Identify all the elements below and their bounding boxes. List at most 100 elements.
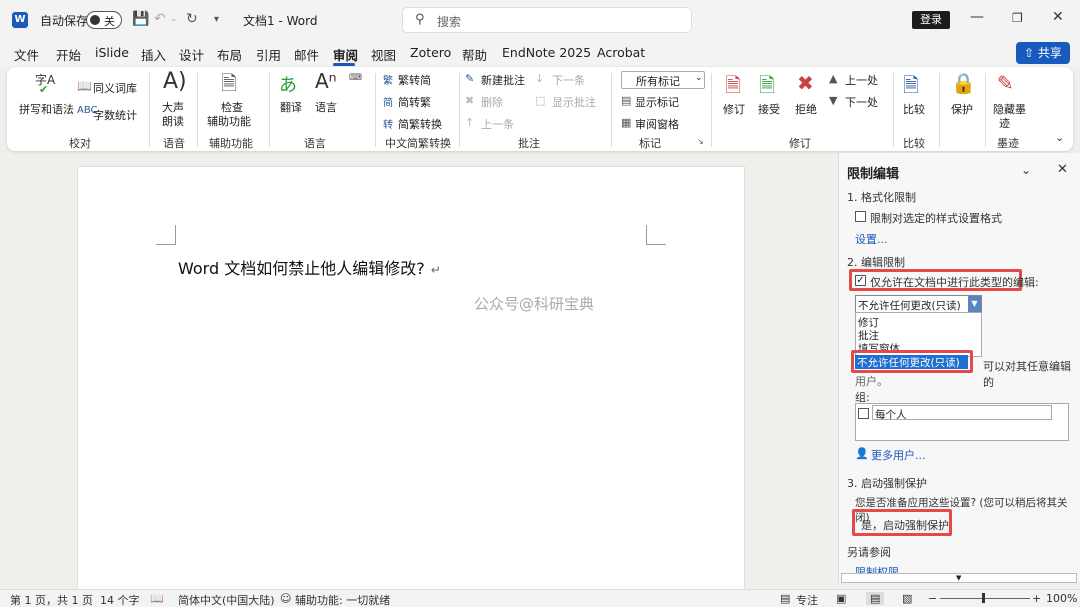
spelling-grammar-button[interactable]: 拼写和语法 — [19, 101, 74, 117]
tab-acrobat[interactable]: Acrobat — [597, 45, 645, 60]
previous-change-button[interactable]: 上一处 — [845, 72, 878, 88]
read-aloud-button-line2[interactable]: 朗读 — [162, 113, 184, 129]
markup-dropdown[interactable]: 所有标记 — [621, 71, 705, 89]
protect-button[interactable]: 保护 — [951, 101, 973, 117]
word-count-button[interactable]: 字数统计 — [93, 107, 137, 123]
tab-view[interactable]: 视图 — [371, 45, 396, 64]
document-body-text[interactable]: Word 文档如何禁止他人编辑修改? ↵ — [178, 255, 441, 279]
pane-options-icon[interactable]: ⌄ — [1021, 163, 1031, 177]
tab-mailings[interactable]: 邮件 — [294, 45, 319, 64]
login-button[interactable]: 登录 — [912, 11, 950, 29]
more-users-link[interactable]: 更多用户... — [871, 447, 926, 463]
pane-scrollbar[interactable]: ▼ — [841, 573, 1077, 583]
zoom-slider[interactable] — [940, 598, 1030, 599]
document-title: 文档1 - Word — [243, 14, 318, 28]
check-mark-icon: ✔ — [39, 83, 49, 96]
show-markup-button[interactable]: 显示标记 — [635, 94, 679, 110]
page-count[interactable]: 第 1 页，共 1 页 — [10, 592, 93, 607]
thesaurus-button[interactable]: 同义词库 — [93, 80, 137, 96]
trad-to-simp-button[interactable]: 繁转简 — [398, 72, 431, 88]
collapse-ribbon-icon[interactable]: ⌄ — [1055, 131, 1064, 144]
customize-qat-icon[interactable]: ▾ — [214, 14, 219, 25]
start-enforcement-button[interactable]: 是，启动强制保护 — [861, 517, 949, 533]
tab-references[interactable]: 引用 — [256, 45, 281, 64]
delete-comment-button[interactable]: 删除 — [481, 94, 503, 110]
share-button[interactable]: ⇧ 共享 — [1016, 42, 1070, 64]
restore-icon[interactable]: ❐ — [1012, 11, 1023, 25]
hide-ink-icon: ✎ — [997, 71, 1014, 95]
language-status[interactable]: 简体中文(中国大陆) — [178, 592, 275, 607]
translate-icon: あ — [279, 75, 297, 96]
delete-comment-icon: ✖ — [465, 94, 475, 107]
tab-endnote[interactable]: EndNote 2025 — [502, 45, 591, 60]
tab-insert[interactable]: 插入 — [141, 45, 166, 64]
check-accessibility-button-line2[interactable]: 辅助功能 — [207, 113, 251, 129]
undo-dropdown-icon[interactable]: ⌄ — [170, 14, 178, 24]
tab-islide[interactable]: iSlide — [95, 45, 129, 60]
close-icon[interactable]: ✕ — [1052, 9, 1064, 25]
minimize-icon[interactable]: — — [970, 9, 984, 25]
compare-button[interactable]: 比较 — [903, 101, 925, 117]
edit-type-dropdown[interactable]: 不允许任何更改(只读) ▼ — [855, 295, 982, 313]
web-layout-icon[interactable]: ▧ — [902, 592, 912, 605]
language-button[interactable]: 语言 — [315, 99, 337, 115]
search-box[interactable]: ⚲ 搜索 — [402, 7, 692, 33]
group-separator — [375, 73, 376, 147]
new-comment-button[interactable]: 新建批注 — [481, 72, 525, 88]
word-count[interactable]: 14 个字 — [100, 592, 140, 607]
simp-to-trad-button[interactable]: 简转繁 — [398, 94, 431, 110]
print-layout-icon[interactable]: ▤ — [866, 592, 885, 605]
translate-button[interactable]: 翻译 — [280, 99, 302, 115]
tab-layout[interactable]: 布局 — [217, 45, 242, 64]
new-comment-icon: ✎ — [465, 72, 475, 85]
zoom-in-icon[interactable]: + — [1032, 592, 1041, 605]
tab-file[interactable]: 文件 — [14, 45, 39, 64]
track-changes-button[interactable]: 修订 — [723, 101, 745, 117]
check-accessibility-icon: 🗎 — [221, 71, 238, 95]
undo-icon[interactable]: ↶ — [154, 11, 166, 27]
previous-comment-button[interactable]: 上一条 — [481, 116, 514, 132]
pane-close-icon[interactable]: ✕ — [1057, 162, 1068, 177]
autosave-toggle[interactable]: 关 — [86, 11, 122, 29]
to-simplified-icon: 简 — [383, 98, 393, 109]
tab-help[interactable]: 帮助 — [462, 45, 487, 64]
tab-review[interactable]: 审阅 — [333, 45, 358, 64]
zoom-out-icon[interactable]: − — [928, 592, 937, 605]
zoom-level[interactable]: 100% — [1046, 592, 1077, 605]
accept-button[interactable]: 接受 — [758, 101, 780, 117]
accessibility-status[interactable]: 辅助功能: 一切就绪 — [295, 592, 390, 607]
dialog-launcher-icon[interactable]: ↘ — [697, 137, 704, 146]
tab-home[interactable]: 开始 — [56, 45, 81, 64]
settings-link[interactable]: 设置... — [855, 231, 888, 247]
everyone-checkbox[interactable] — [858, 408, 869, 419]
focus-mode[interactable]: 专注 — [796, 592, 818, 607]
zoom-slider-thumb[interactable] — [982, 593, 985, 603]
group-separator — [459, 73, 460, 147]
group-separator — [893, 73, 894, 147]
dropdown-arrow-icon[interactable]: ▼ — [968, 296, 981, 312]
edit-type-dropdown-value: 不允许任何更改(只读) — [858, 300, 961, 312]
scroll-down-icon[interactable]: ▼ — [956, 574, 961, 582]
show-comments-button[interactable]: 显示批注 — [552, 94, 596, 110]
review-pane-button[interactable]: 审阅窗格 — [635, 116, 679, 132]
previous-comment-icon: ↑ — [465, 116, 475, 129]
convert-button[interactable]: 简繁转换 — [398, 116, 442, 132]
next-change-button[interactable]: 下一处 — [845, 94, 878, 110]
reject-button[interactable]: 拒绝 — [795, 101, 817, 117]
crop-mark — [646, 225, 666, 245]
proofing-status-icon[interactable]: 📖 — [150, 592, 164, 605]
document-page[interactable]: Word 文档如何禁止他人编辑修改? ↵ 公众号@科研宝典 — [77, 166, 745, 596]
language-settings-icon[interactable]: ⌨ — [349, 73, 362, 83]
redo-icon[interactable]: ↻ — [186, 11, 198, 27]
group-separator — [939, 73, 940, 147]
everyone-item[interactable]: 每个人 — [872, 405, 1052, 421]
tab-zotero[interactable]: Zotero — [410, 45, 451, 60]
read-mode-icon[interactable]: ▣ — [836, 592, 846, 605]
format-restriction-checkbox[interactable] — [855, 211, 866, 222]
next-comment-button[interactable]: 下一条 — [552, 72, 585, 88]
edit-restriction-checkbox[interactable]: ✓ — [855, 275, 866, 286]
tab-design[interactable]: 设计 — [179, 45, 204, 64]
hide-ink-button-line2[interactable]: 迹 — [999, 115, 1010, 131]
everyone-label: 每个人 — [875, 409, 907, 421]
save-icon[interactable]: 💾 — [132, 11, 149, 27]
